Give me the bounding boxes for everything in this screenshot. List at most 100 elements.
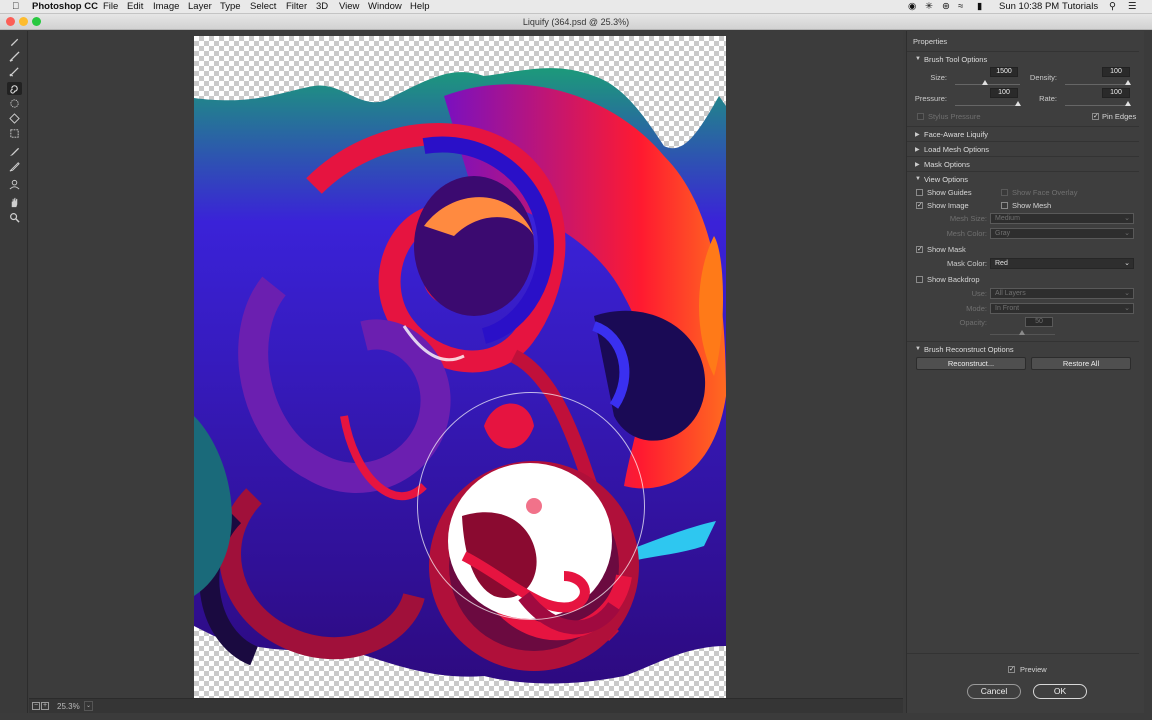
pucker-tool[interactable]	[7, 97, 22, 110]
bloat-tool[interactable]	[7, 112, 22, 125]
restore-all-button[interactable]: Restore All	[1031, 357, 1131, 370]
canvas-area[interactable]	[29, 31, 903, 700]
menu-user[interactable]: Tutorials	[1062, 1, 1098, 12]
pressure-slider-thumb[interactable]	[1015, 101, 1021, 106]
mask-color-value: Red	[995, 260, 1008, 267]
use-select[interactable]: All Layers ⌄	[990, 288, 1134, 299]
hand-tool[interactable]	[7, 196, 22, 209]
menu-app-name[interactable]: Photoshop CC	[32, 1, 98, 12]
zoom-tool[interactable]	[7, 211, 22, 224]
bluetooth-icon[interactable]: ⊛	[942, 1, 950, 12]
zoom-window-icon[interactable]	[32, 17, 41, 26]
collapsed-triangle-icon: ▶	[915, 132, 920, 138]
section-load-mesh-options[interactable]: ▶ Load Mesh Options	[907, 141, 1139, 155]
push-left-tool[interactable]	[7, 127, 22, 140]
size-input[interactable]: 1500	[990, 67, 1018, 77]
face-tool[interactable]	[7, 178, 22, 191]
section-label: View Options	[924, 175, 969, 184]
show-guides-checkbox[interactable]	[916, 189, 923, 196]
notification-center-icon[interactable]: ☰	[1128, 1, 1137, 12]
show-mask-checkbox[interactable]: ✓	[916, 246, 923, 253]
section-view-options[interactable]: ▼ View Options	[907, 171, 1139, 185]
show-mesh-checkbox[interactable]	[1001, 202, 1008, 209]
menu-view[interactable]: View	[339, 1, 359, 12]
menu-filter[interactable]: Filter	[286, 1, 307, 12]
minimize-window-icon[interactable]	[19, 17, 28, 26]
menu-3d[interactable]: 3D	[316, 1, 328, 12]
zoom-in-icon[interactable]: +	[41, 702, 49, 710]
reconstruct-icon	[9, 51, 20, 62]
apple-icon[interactable]: 	[12, 1, 19, 12]
section-face-aware-liquify[interactable]: ▶ Face-Aware Liquify	[907, 126, 1139, 140]
freeze-mask-tool[interactable]	[7, 145, 22, 158]
size-slider-thumb[interactable]	[982, 80, 988, 85]
menu-file[interactable]: File	[103, 1, 118, 12]
show-face-overlay-checkbox[interactable]	[1001, 189, 1008, 196]
stylus-pressure-label: Stylus Pressure	[928, 112, 981, 121]
show-image-checkbox[interactable]: ✓	[916, 202, 923, 209]
preview-checkbox[interactable]: ✓	[1008, 666, 1015, 673]
zoom-dropdown-icon[interactable]: ⌄	[84, 701, 93, 711]
window-title-bar: Liquify (364.psd @ 25.3%)	[0, 14, 1152, 30]
mode-select[interactable]: In Front ⌄	[990, 303, 1134, 314]
close-window-icon[interactable]	[6, 17, 15, 26]
density-slider-thumb[interactable]	[1125, 80, 1131, 85]
smooth-icon	[9, 67, 19, 77]
density-input[interactable]: 100	[1102, 67, 1130, 77]
pin-edges-checkbox[interactable]: ✓	[1092, 113, 1099, 120]
zoom-out-icon[interactable]: −	[32, 702, 40, 710]
pressure-slider[interactable]	[955, 105, 1020, 106]
preview-label: Preview	[1020, 665, 1047, 674]
dropdown-arrow-icon: ⌄	[1124, 230, 1130, 237]
mesh-size-select[interactable]: Medium ⌄	[990, 213, 1134, 224]
section-brush-tool-options[interactable]: ▼ Brush Tool Options	[907, 51, 1139, 65]
document-canvas[interactable]	[194, 36, 726, 700]
spotlight-icon[interactable]: ⚲	[1109, 1, 1116, 12]
expand-triangle-icon: ▼	[915, 346, 921, 352]
smooth-tool[interactable]	[7, 65, 22, 78]
forward-warp-tool[interactable]	[7, 35, 22, 48]
opacity-input[interactable]: 50	[1025, 317, 1053, 327]
menu-edit[interactable]: Edit	[127, 1, 143, 12]
menu-clock[interactable]: Sun 10:38 PM	[999, 1, 1059, 12]
reconstruct-button[interactable]: Reconstruct...	[916, 357, 1026, 370]
pressure-input[interactable]: 100	[990, 88, 1018, 98]
thaw-mask-icon	[9, 162, 20, 172]
forward-warp-icon	[10, 38, 19, 47]
mesh-color-label: Mesh Color:	[946, 229, 987, 238]
mask-color-select[interactable]: Red ⌄	[990, 258, 1134, 269]
ok-button[interactable]: OK	[1033, 684, 1087, 699]
menu-select[interactable]: Select	[250, 1, 276, 12]
show-backdrop-checkbox[interactable]	[916, 276, 923, 283]
density-label: Density:	[1029, 73, 1057, 82]
menu-type[interactable]: Type	[220, 1, 241, 12]
show-mesh-label: Show Mesh	[1012, 201, 1052, 210]
zoom-level[interactable]: 25.3%	[57, 702, 80, 711]
wifi-icon[interactable]: ≈	[958, 1, 963, 12]
section-brush-reconstruct-options[interactable]: ▼ Brush Reconstruct Options	[907, 341, 1139, 355]
cancel-button[interactable]: Cancel	[967, 684, 1021, 699]
menu-image[interactable]: Image	[153, 1, 179, 12]
menu-help[interactable]: Help	[410, 1, 430, 12]
pressure-label: Pressure:	[914, 94, 947, 103]
rate-input[interactable]: 100	[1102, 88, 1130, 98]
rate-slider[interactable]	[1065, 105, 1130, 106]
mesh-size-label: Mesh Size:	[949, 214, 987, 223]
thaw-mask-tool[interactable]	[7, 160, 22, 173]
rate-slider-thumb[interactable]	[1125, 101, 1131, 106]
sync-icon[interactable]: ✳	[925, 1, 933, 12]
density-slider[interactable]	[1065, 84, 1130, 85]
menu-layer[interactable]: Layer	[188, 1, 212, 12]
mesh-color-select[interactable]: Gray ⌄	[990, 228, 1134, 239]
creative-cloud-icon[interactable]: ◉	[908, 1, 916, 12]
menu-window[interactable]: Window	[368, 1, 402, 12]
opacity-slider-thumb[interactable]	[1019, 330, 1025, 335]
dropdown-arrow-icon: ⌄	[1124, 305, 1130, 312]
dropdown-arrow-icon: ⌄	[1124, 215, 1130, 222]
stylus-pressure-checkbox[interactable]	[917, 113, 924, 120]
twirl-tool[interactable]	[7, 82, 22, 95]
use-value: All Layers	[995, 290, 1026, 297]
reconstruct-tool[interactable]	[7, 50, 22, 63]
battery-icon[interactable]: ▮	[977, 1, 982, 12]
section-mask-options[interactable]: ▶ Mask Options	[907, 156, 1139, 170]
